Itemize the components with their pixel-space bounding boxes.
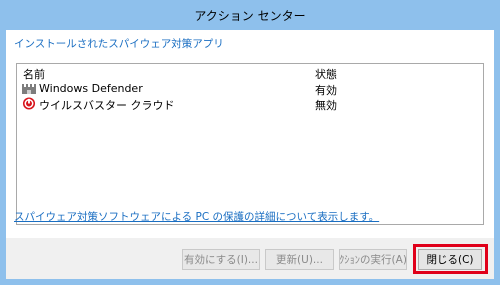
virusbuster-icon <box>22 97 36 110</box>
app-status: 無効 <box>315 99 337 112</box>
action-center-window: アクション センター インストールされたスパイウェア対策アプリ 名前 状態 Wi… <box>0 0 500 285</box>
button-bar: 有効にする(I)... 更新(U)... ｸｼｮﾝの実行(A) 閉じる(C) <box>6 238 494 279</box>
list-item-virusbuster[interactable]: ウイルスバスター クラウド 無効 <box>17 96 483 112</box>
update-button[interactable]: 更新(U)... <box>265 249 334 270</box>
list-header: 名前 状態 <box>17 64 483 82</box>
run-action-button[interactable]: ｸｼｮﾝの実行(A) <box>339 249 407 270</box>
enable-button[interactable]: 有効にする(I)... <box>182 249 260 270</box>
app-name: ウイルスバスター クラウド <box>39 99 175 112</box>
list-item-windows-defender[interactable]: Windows Defender 有効 <box>17 81 483 97</box>
close-button-highlight <box>413 244 488 274</box>
antispyware-app-list[interactable]: 名前 状態 Windows Defender 有効 ウイルスバスター クラウド … <box>16 63 484 225</box>
title-bar[interactable]: アクション センター <box>0 0 500 30</box>
column-header-name[interactable]: 名前 <box>23 66 45 82</box>
app-name: Windows Defender <box>39 82 143 95</box>
window-title: アクション センター <box>194 8 306 23</box>
protection-details-link[interactable]: スパイウェア対策ソフトウェアによる PC の保護の詳細について表示します。 <box>14 209 379 224</box>
dialog-content: インストールされたスパイウェア対策アプリ 名前 状態 Windows Defen… <box>6 30 494 279</box>
column-header-status[interactable]: 状態 <box>315 66 337 82</box>
defender-castle-icon <box>22 84 36 94</box>
section-heading: インストールされたスパイウェア対策アプリ <box>14 38 224 50</box>
